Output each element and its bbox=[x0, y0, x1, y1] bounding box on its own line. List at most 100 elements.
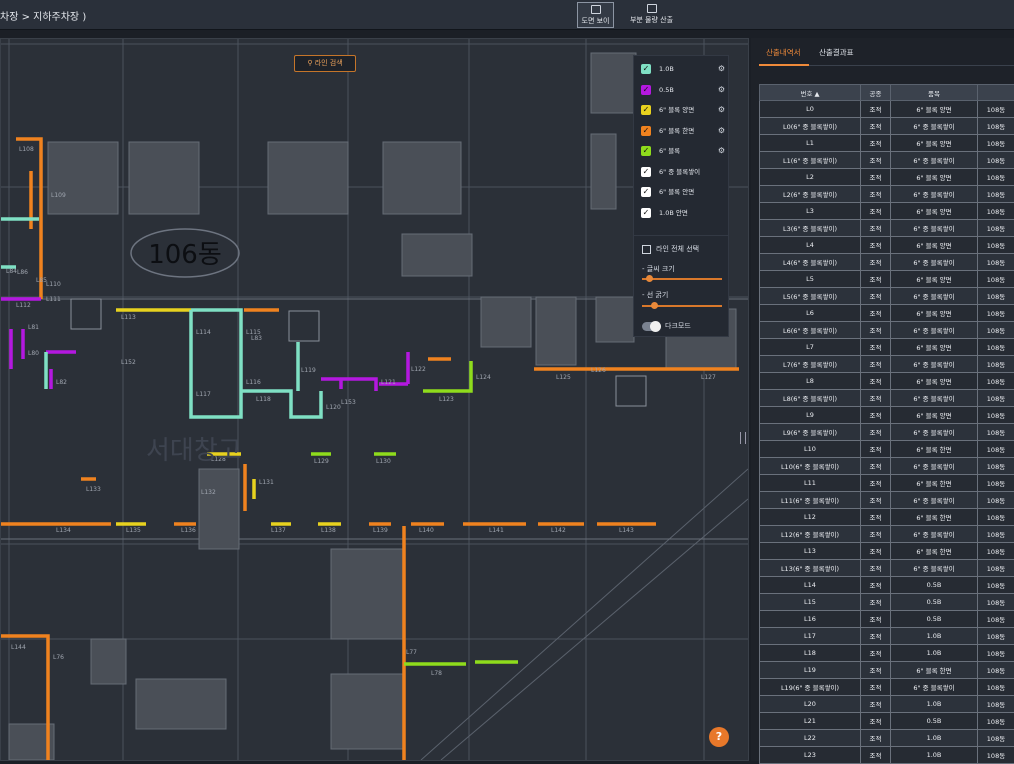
table-row[interactable]: L19(6" 중 블록쌓이)조적6" 중 블록쌓이108동 bbox=[760, 679, 1014, 696]
table-row[interactable]: L8(6" 중 블록쌓이)조적6" 중 블록쌓이108동 bbox=[760, 390, 1014, 407]
column-header-number[interactable]: 번호 ▲ bbox=[760, 85, 861, 101]
table-row[interactable]: L4(6" 중 블록쌓이)조적6" 중 블록쌓이108동 bbox=[760, 254, 1014, 271]
column-header-trade[interactable]: 공종 bbox=[861, 85, 891, 101]
line-label: L82 bbox=[56, 379, 67, 386]
table-row[interactable]: L0(6" 중 블록쌓이)조적6" 중 블록쌓이108동 bbox=[760, 118, 1014, 135]
table-row[interactable]: L0조적6" 블록 양면108동 bbox=[760, 101, 1014, 118]
font-size-slider[interactable] bbox=[642, 278, 722, 280]
stair-block bbox=[616, 376, 646, 406]
check-icon[interactable]: ✓ bbox=[641, 105, 651, 115]
check-icon[interactable]: ✓ bbox=[641, 85, 651, 95]
table-row[interactable]: L15조적0.5B108동 bbox=[760, 594, 1014, 611]
table-row[interactable]: L1(6" 중 블록쌓이)조적6" 중 블록쌓이108동 bbox=[760, 152, 1014, 169]
column-header-item[interactable]: 품목 bbox=[891, 85, 978, 101]
check-icon[interactable]: ✓ bbox=[641, 208, 651, 218]
table-row[interactable]: L3(6" 중 블록쌓이)조적6" 중 블록쌓이108동 bbox=[760, 220, 1014, 237]
table-row[interactable]: L9(6" 중 블록쌓이)조적6" 중 블록쌓이108동 bbox=[760, 424, 1014, 441]
table-row[interactable]: L7조적6" 블록 양면108동 bbox=[760, 339, 1014, 356]
table-cell: 6" 블록 양면 bbox=[891, 101, 978, 118]
legend-item[interactable]: ✓6" 중 블록쌓이 bbox=[641, 165, 725, 179]
line-label: L122 bbox=[411, 366, 426, 373]
wall-line[interactable] bbox=[423, 361, 471, 391]
table-row[interactable]: L10(6" 중 블록쌓이)조적6" 중 블록쌓이108동 bbox=[760, 458, 1014, 475]
table-row[interactable]: L16조적0.5B108동 bbox=[760, 611, 1014, 628]
legend-item[interactable]: ✓6" 블록 양면⚙ bbox=[641, 103, 725, 117]
gear-icon[interactable]: ⚙ bbox=[718, 83, 725, 97]
table-row[interactable]: L12조적6" 블록 한면108동 bbox=[760, 509, 1014, 526]
gear-icon[interactable]: ⚙ bbox=[718, 62, 725, 76]
table-row[interactable]: L8조적6" 블록 양면108동 bbox=[760, 373, 1014, 390]
table-row[interactable]: L9조적6" 블록 양면108동 bbox=[760, 407, 1014, 424]
resize-handle[interactable] bbox=[740, 432, 746, 444]
wall-line[interactable] bbox=[191, 310, 241, 417]
table-cell: 조적 bbox=[861, 509, 891, 526]
table-cell: 108동 bbox=[978, 713, 1014, 730]
column-header-building[interactable] bbox=[978, 85, 1014, 101]
table-row[interactable]: L2(6" 중 블록쌓이)조적6" 중 블록쌓이108동 bbox=[760, 186, 1014, 203]
tab-calculation[interactable]: 산출내역서 bbox=[766, 47, 801, 58]
dark-mode-toggle[interactable] bbox=[642, 322, 659, 331]
select-all-lines-checkbox[interactable]: 라인 전체 선택 bbox=[642, 244, 699, 254]
table-row[interactable]: L13조적6" 블록 한면108동 bbox=[760, 543, 1014, 560]
dark-mode-row[interactable]: 다크모드 bbox=[642, 321, 691, 331]
wall-line[interactable] bbox=[241, 391, 321, 417]
line-label: L139 bbox=[373, 527, 388, 534]
table-row[interactable]: L1조적6" 블록 양면108동 bbox=[760, 135, 1014, 152]
legend-item[interactable]: ✓6" 블록 안면 bbox=[641, 185, 725, 199]
table-row[interactable]: L17조적1.0B108동 bbox=[760, 628, 1014, 645]
table-row[interactable]: L14조적0.5B108동 bbox=[760, 577, 1014, 594]
line-label: L153 bbox=[341, 399, 356, 406]
table-row[interactable]: L20조적1.0B108동 bbox=[760, 696, 1014, 713]
table-row[interactable]: L3조적6" 블록 양면108동 bbox=[760, 203, 1014, 220]
table-row[interactable]: L6(6" 중 블록쌓이)조적6" 중 블록쌓이108동 bbox=[760, 322, 1014, 339]
check-icon[interactable]: ✓ bbox=[641, 167, 651, 177]
table-cell: 6" 블록 양면 bbox=[891, 305, 978, 322]
table-row[interactable]: L10조적6" 블록 한면108동 bbox=[760, 441, 1014, 458]
table-row[interactable]: L4조적6" 블록 양면108동 bbox=[760, 237, 1014, 254]
table-cell: 1.0B bbox=[891, 730, 978, 747]
table-cell: 1.0B bbox=[891, 696, 978, 713]
legend-item[interactable]: ✓6" 블록⚙ bbox=[641, 144, 725, 158]
gear-icon[interactable]: ⚙ bbox=[718, 103, 725, 117]
line-width-slider[interactable] bbox=[642, 305, 722, 307]
table-row[interactable]: L21조적0.5B108동 bbox=[760, 713, 1014, 730]
check-icon[interactable]: ✓ bbox=[641, 187, 651, 197]
legend-item[interactable]: ✓1.0B⚙ bbox=[641, 62, 725, 76]
table-row[interactable]: L7(6" 중 블록쌓이)조적6" 중 블록쌓이108동 bbox=[760, 356, 1014, 373]
table-row[interactable]: L5(6" 중 블록쌓이)조적6" 중 블록쌓이108동 bbox=[760, 288, 1014, 305]
check-icon[interactable]: ✓ bbox=[641, 126, 651, 136]
table-cell: 6" 중 블록쌓이 bbox=[891, 118, 978, 135]
line-label: L127 bbox=[701, 374, 716, 381]
table-row[interactable]: L2조적6" 블록 양면108동 bbox=[760, 169, 1014, 186]
legend-item[interactable]: ✓1.0B 안면 bbox=[641, 206, 725, 220]
table-row[interactable]: L19조적6" 블록 한면108동 bbox=[760, 662, 1014, 679]
slider-knob[interactable] bbox=[646, 275, 653, 282]
gear-icon[interactable]: ⚙ bbox=[718, 124, 725, 138]
table-cell: 108동 bbox=[978, 645, 1014, 662]
table-row[interactable]: L12(6" 중 블록쌓이)조적6" 중 블록쌓이108동 bbox=[760, 526, 1014, 543]
check-icon[interactable]: ✓ bbox=[641, 64, 651, 74]
equipment-block bbox=[331, 549, 403, 639]
legend-item[interactable]: ✓6" 블록 한면⚙ bbox=[641, 124, 725, 138]
gear-icon[interactable]: ⚙ bbox=[718, 144, 725, 158]
stair-block bbox=[289, 311, 319, 341]
table-row[interactable]: L22조적1.0B108동 bbox=[760, 730, 1014, 747]
table-row[interactable]: L13(6" 중 블록쌓이)조적6" 중 블록쌓이108동 bbox=[760, 560, 1014, 577]
table-cell: 조적 bbox=[861, 186, 891, 203]
legend-item[interactable]: ✓0.5B⚙ bbox=[641, 83, 725, 97]
drawing-canvas[interactable]: L108L109L110L111L112L113L114L115L116L117… bbox=[0, 38, 749, 761]
table-row[interactable]: L6조적6" 블록 양면108동 bbox=[760, 305, 1014, 322]
help-button[interactable]: ? bbox=[709, 727, 729, 747]
table-row[interactable]: L18조적1.0B108동 bbox=[760, 645, 1014, 662]
check-icon[interactable]: ✓ bbox=[641, 146, 651, 156]
partial-quantity-button[interactable]: 부분 물량 산출 bbox=[624, 2, 679, 28]
drawing-view-button[interactable]: 도면 보이 bbox=[577, 2, 614, 28]
table-row[interactable]: L5조적6" 블록 양면108동 bbox=[760, 271, 1014, 288]
slider-knob[interactable] bbox=[651, 302, 658, 309]
tab-result-table[interactable]: 산출결과표 bbox=[819, 47, 854, 58]
line-search-button[interactable]: ⚲ 라인 검색 bbox=[294, 55, 356, 72]
table-row[interactable]: L11조적6" 블록 한면108동 bbox=[760, 475, 1014, 492]
table-cell: L0(6" 중 블록쌓이) bbox=[760, 118, 861, 135]
table-row[interactable]: L11(6" 중 블록쌓이)조적6" 중 블록쌓이108동 bbox=[760, 492, 1014, 509]
table-cell: 조적 bbox=[861, 322, 891, 339]
